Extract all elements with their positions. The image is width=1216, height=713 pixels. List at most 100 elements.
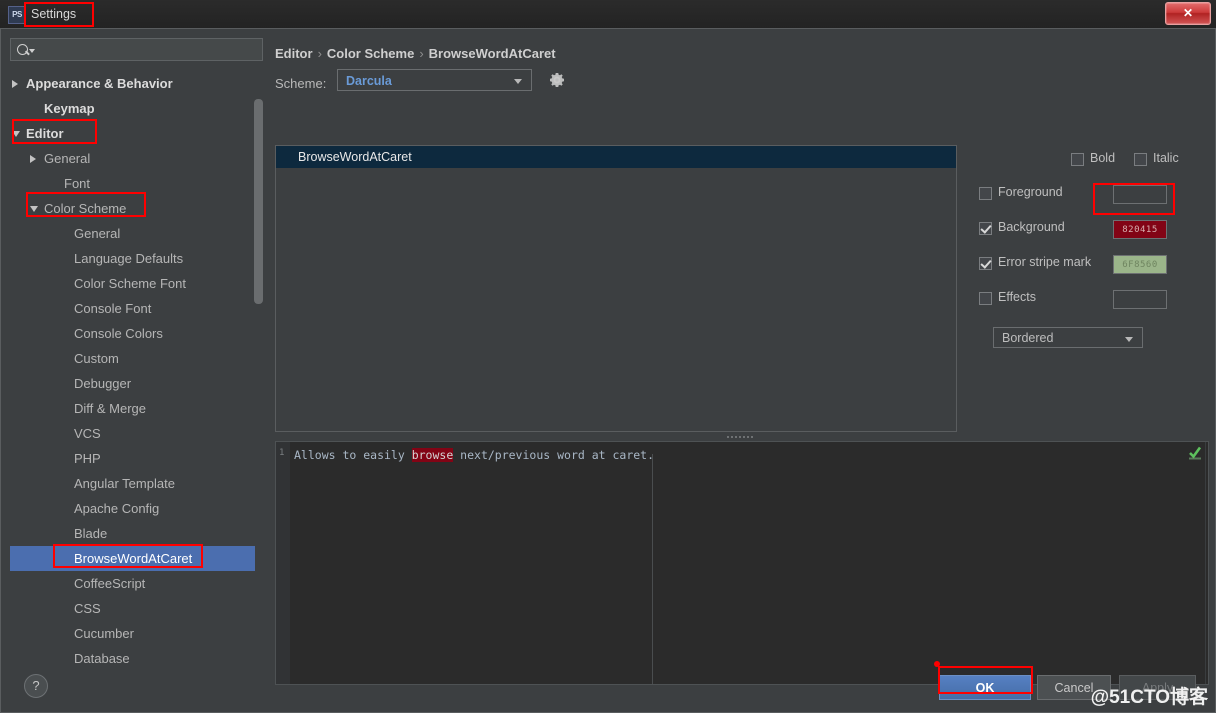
error-stripe-mark-label: Error stripe mark bbox=[998, 255, 1092, 269]
title-bar: PS Settings ✕ bbox=[0, 0, 1216, 29]
sidebar-splitter[interactable] bbox=[269, 59, 272, 679]
error-stripe-mark-color-swatch[interactable]: 6F8560 bbox=[1113, 255, 1167, 274]
sidebar-item-general[interactable]: General bbox=[10, 221, 263, 246]
gear-icon[interactable] bbox=[547, 70, 567, 90]
sidebar-item-label: General bbox=[44, 151, 91, 166]
sidebar-item-debugger[interactable]: Debugger bbox=[10, 371, 263, 396]
sidebar-item-color-scheme[interactable]: Color Scheme bbox=[10, 196, 263, 221]
chevron-right-icon[interactable] bbox=[12, 80, 18, 88]
sidebar-item-label: PHP bbox=[74, 451, 101, 466]
dialog-button-bar: ? OK Cancel Apply bbox=[1, 664, 1215, 712]
color-scheme-entry-list[interactable]: BrowseWordAtCaret bbox=[275, 145, 957, 432]
sidebar-item-label: CSS bbox=[74, 601, 101, 616]
preview-splitter[interactable] bbox=[275, 433, 1209, 441]
sidebar-item-label: VCS bbox=[74, 426, 101, 441]
breadcrumb-item[interactable]: Color Scheme bbox=[327, 46, 414, 61]
sidebar-item-label: Font bbox=[64, 176, 91, 191]
green-check-icon bbox=[1188, 446, 1202, 460]
watermark: @51CTO博客 bbox=[1090, 687, 1208, 708]
effects-color-swatch[interactable] bbox=[1113, 290, 1167, 309]
background-checkbox[interactable] bbox=[979, 222, 992, 235]
sidebar-scrollbar-track[interactable] bbox=[254, 71, 264, 663]
chevron-down-icon[interactable] bbox=[29, 49, 35, 53]
search-icon bbox=[17, 44, 28, 55]
dialog-body: Appearance & Behavior Keymap Editor General… bbox=[0, 28, 1216, 713]
scheme-select-value: Darcula bbox=[346, 74, 392, 88]
ok-button[interactable]: OK bbox=[939, 675, 1031, 700]
sidebar-item-angular-template[interactable]: Angular Template bbox=[10, 471, 263, 496]
sidebar-item-color-scheme-font[interactable]: Color Scheme Font bbox=[10, 271, 263, 296]
sidebar-item-browsewordatcaret[interactable]: BrowseWordAtCaret bbox=[10, 546, 263, 571]
sidebar-item-blade[interactable]: Blade bbox=[10, 521, 263, 546]
sidebar-item-label: Database bbox=[74, 651, 130, 663]
sidebar-item-keymap[interactable]: Keymap bbox=[10, 96, 263, 121]
sidebar-item-label: General bbox=[74, 226, 121, 241]
italic-checkbox[interactable] bbox=[1134, 153, 1147, 166]
sidebar-item-console-colors[interactable]: Console Colors bbox=[10, 321, 263, 346]
sidebar-item-editor[interactable]: Editor bbox=[10, 121, 263, 146]
sidebar-item-label: Angular Template bbox=[74, 476, 175, 491]
sidebar-item-general[interactable]: General bbox=[10, 146, 263, 171]
sidebar-item-custom[interactable]: Custom bbox=[10, 346, 263, 371]
sidebar-item-label: CoffeeScript bbox=[74, 576, 146, 591]
preview-editor[interactable]: 1 Allows to easily browse next/previous … bbox=[275, 441, 1209, 685]
window-title: Settings bbox=[31, 7, 77, 21]
preview-error-strip[interactable] bbox=[1205, 442, 1206, 684]
breadcrumb-separator: › bbox=[317, 46, 322, 61]
breadcrumb-item[interactable]: Editor bbox=[275, 46, 313, 61]
sidebar-item-vcs[interactable]: VCS bbox=[10, 421, 263, 446]
sidebar-item-console-font[interactable]: Console Font bbox=[10, 296, 263, 321]
search-input[interactable] bbox=[10, 38, 263, 61]
italic-label: Italic bbox=[1153, 151, 1179, 165]
attributes-panel: Bold Italic Foreground Background 820415… bbox=[967, 145, 1209, 432]
sidebar-item-label: Color Scheme Font bbox=[74, 276, 186, 291]
sidebar-scrollbar-thumb[interactable] bbox=[254, 99, 263, 304]
error-stripe-mark-checkbox[interactable] bbox=[979, 257, 992, 270]
sidebar-item-label: Color Scheme bbox=[44, 201, 127, 216]
sidebar-item-label: Apache Config bbox=[74, 501, 160, 516]
background-label: Background bbox=[998, 220, 1065, 234]
sidebar-item-language-defaults[interactable]: Language Defaults bbox=[10, 246, 263, 271]
sidebar-item-appearance-behavior[interactable]: Appearance & Behavior bbox=[10, 71, 263, 96]
sidebar-item-label: Blade bbox=[74, 526, 108, 541]
settings-sidebar: Appearance & Behavior Keymap Editor General… bbox=[10, 35, 265, 663]
bold-checkbox[interactable] bbox=[1071, 153, 1084, 166]
bold-label: Bold bbox=[1090, 151, 1116, 165]
help-button[interactable]: ? bbox=[24, 674, 48, 698]
sidebar-item-diff-merge[interactable]: Diff & Merge bbox=[10, 396, 263, 421]
effects-type-select[interactable]: Bordered bbox=[993, 327, 1143, 348]
sidebar-item-database[interactable]: Database bbox=[10, 646, 263, 663]
foreground-color-swatch[interactable] bbox=[1113, 185, 1167, 204]
foreground-checkbox[interactable] bbox=[979, 187, 992, 200]
preview-code-line: Allows to easily browse next/previous wo… bbox=[294, 448, 654, 462]
sidebar-item-label: Cucumber bbox=[74, 626, 134, 641]
background-color-swatch[interactable]: 820415 bbox=[1113, 220, 1167, 239]
sidebar-item-apache-config[interactable]: Apache Config bbox=[10, 496, 263, 521]
sidebar-item-label: Console Font bbox=[74, 301, 152, 316]
preview-highlighted-word: browse bbox=[411, 448, 454, 462]
sidebar-item-php[interactable]: PHP bbox=[10, 446, 263, 471]
effects-label: Effects bbox=[998, 290, 1036, 304]
sidebar-item-cucumber[interactable]: Cucumber bbox=[10, 621, 263, 646]
app-icon: PS bbox=[8, 6, 26, 24]
annotation-dot bbox=[934, 661, 940, 667]
sidebar-item-coffeescript[interactable]: CoffeeScript bbox=[10, 571, 263, 596]
breadcrumb-item[interactable]: BrowseWordAtCaret bbox=[429, 46, 556, 61]
sidebar-item-font[interactable]: Font bbox=[10, 171, 263, 196]
sidebar-item-label: Diff & Merge bbox=[74, 401, 147, 416]
effects-checkbox[interactable] bbox=[979, 292, 992, 305]
chevron-down-icon[interactable] bbox=[12, 131, 20, 137]
preview-text-after: next/previous word at caret. bbox=[453, 448, 655, 462]
close-button[interactable]: ✕ bbox=[1165, 2, 1211, 25]
sidebar-item-css[interactable]: CSS bbox=[10, 596, 263, 621]
chevron-right-icon[interactable] bbox=[30, 155, 36, 163]
sidebar-item-label: Custom bbox=[74, 351, 119, 366]
scheme-label: Scheme: bbox=[275, 76, 327, 91]
scheme-select[interactable]: Darcula bbox=[337, 69, 532, 91]
settings-tree[interactable]: Appearance & Behavior Keymap Editor General… bbox=[10, 71, 263, 663]
chevron-down-icon[interactable] bbox=[30, 206, 38, 212]
entry-list-item[interactable]: BrowseWordAtCaret bbox=[276, 146, 956, 168]
breadcrumb-separator: › bbox=[419, 46, 424, 61]
preview-vertical-divider bbox=[652, 454, 653, 684]
splitter-grip-icon bbox=[727, 436, 753, 438]
